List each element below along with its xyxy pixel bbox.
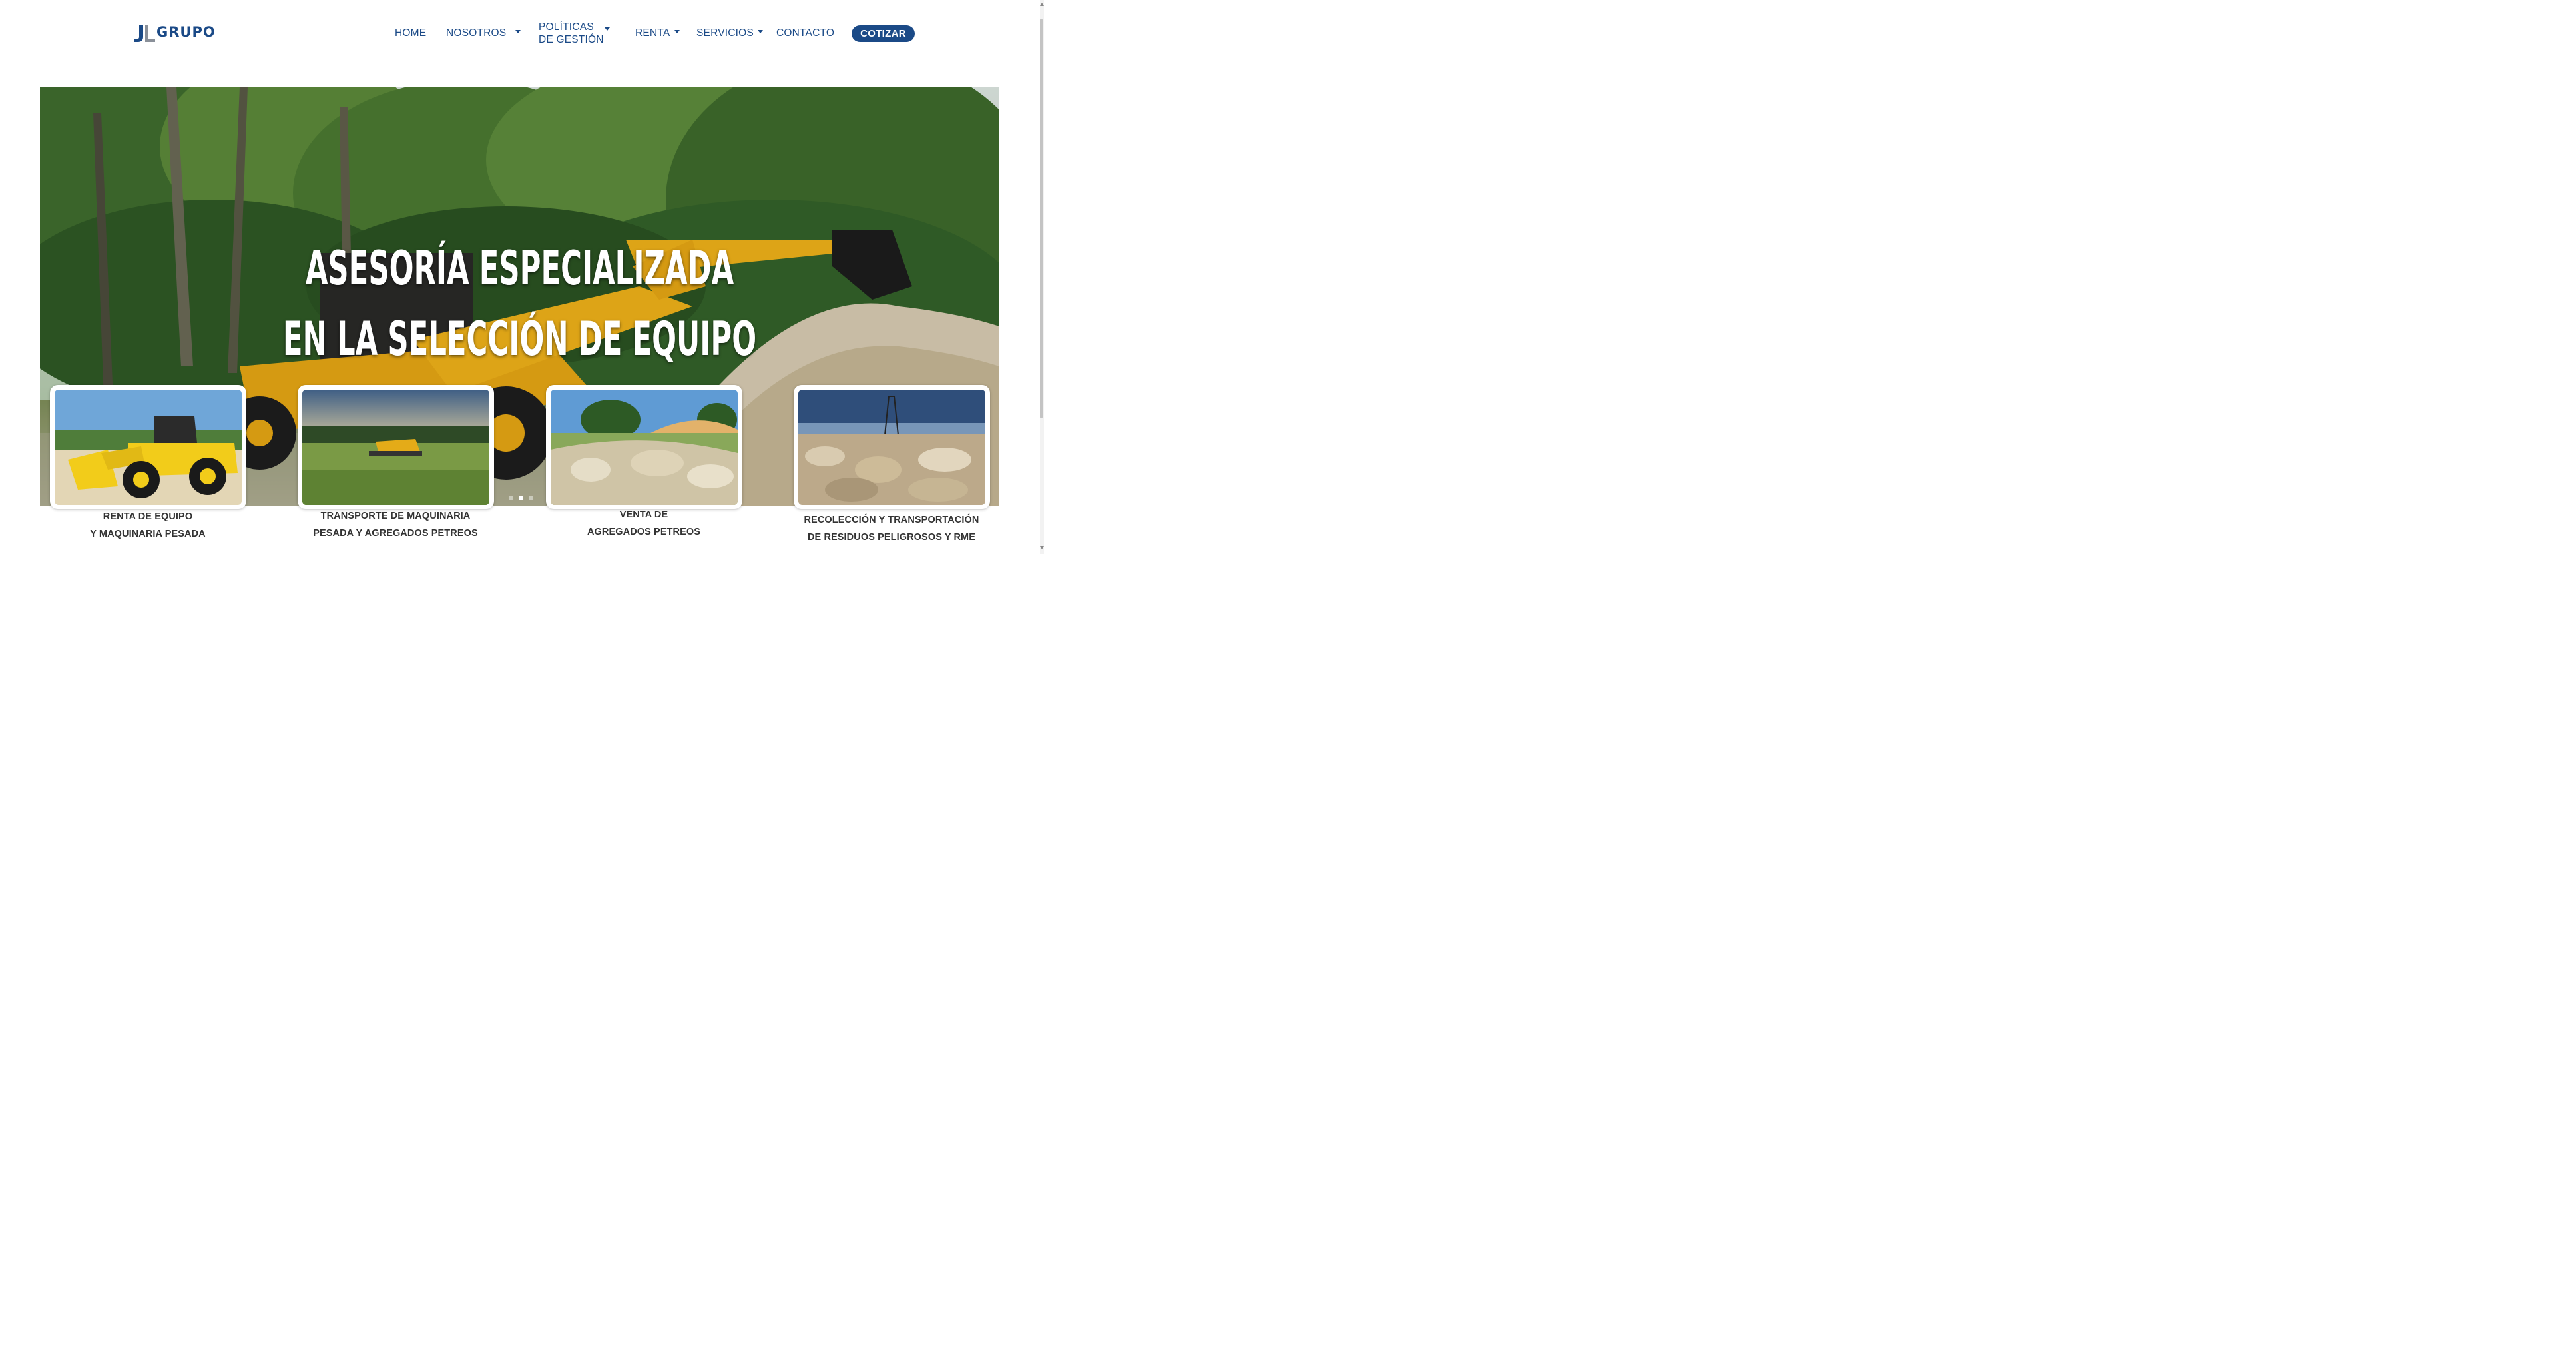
hero-title-line2: EN LA SELECCIÓN DE EQUIPO bbox=[282, 312, 757, 366]
nav-nosotros-label: NOSOTROS bbox=[446, 27, 507, 39]
service-card-venta[interactable] bbox=[546, 385, 742, 509]
service-card-renta[interactable] bbox=[50, 385, 246, 509]
carousel-dot-active[interactable] bbox=[519, 496, 523, 500]
main-navigation: HOME NOSOTROS POLÍTICAS DE GESTIÓN RENTA… bbox=[0, 0, 1044, 67]
page-scrollbar[interactable] bbox=[1040, 0, 1044, 554]
hero-title-line1: ASESORÍA ESPECIALIZADA bbox=[305, 241, 734, 296]
carousel-dot[interactable] bbox=[529, 496, 533, 500]
service-label-line1: RECOLECCIÓN Y TRANSPORTACIÓN bbox=[804, 515, 979, 525]
chevron-down-icon bbox=[758, 30, 764, 34]
nav-home-label: HOME bbox=[395, 27, 427, 39]
service-label-recoleccion[interactable]: RECOLECCIÓN Y TRANSPORTACIÓN DE RESIDUOS… bbox=[782, 512, 1001, 546]
service-label-line2: Y MAQUINARIA PESADA bbox=[90, 529, 206, 539]
chevron-down-icon bbox=[605, 27, 610, 31]
nav-politicas-label-line1: POLÍTICAS bbox=[539, 21, 594, 33]
service-label-line1: RENTA DE EQUIPO bbox=[103, 512, 193, 522]
service-label-line1: VENTA DE bbox=[619, 510, 668, 520]
chevron-down-icon bbox=[674, 30, 680, 34]
nav-renta[interactable]: RENTA bbox=[635, 27, 680, 40]
scroll-up-arrow-icon[interactable] bbox=[1040, 3, 1044, 6]
rock-pile-photo bbox=[551, 390, 738, 505]
service-card-transporte[interactable] bbox=[298, 385, 494, 509]
cotizar-button[interactable]: COTIZAR bbox=[852, 25, 915, 42]
drilling-rig-rocks-photo bbox=[798, 390, 985, 505]
scroll-down-arrow-icon[interactable] bbox=[1040, 546, 1044, 549]
scroll-thumb[interactable] bbox=[1040, 19, 1043, 418]
nav-servicios-label: SERVICIOS bbox=[696, 27, 754, 39]
nav-renta-label: RENTA bbox=[635, 27, 670, 39]
service-label-line2: PESADA Y AGREGADOS PETREOS bbox=[313, 528, 478, 539]
service-label-line1: TRANSPORTE DE MAQUINARIA bbox=[320, 511, 471, 521]
nav-nosotros[interactable]: NOSOTROS bbox=[446, 27, 521, 40]
nav-politicas-de-gestion[interactable]: POLÍTICAS DE GESTIÓN bbox=[539, 21, 610, 46]
service-label-line2: DE RESIDUOS PELIGROSOS Y RME bbox=[807, 532, 976, 543]
field-bulldozer-photo bbox=[302, 390, 489, 505]
nav-home[interactable]: HOME bbox=[395, 27, 426, 40]
wheel-loader-photo bbox=[55, 390, 242, 505]
service-label-transporte[interactable]: TRANSPORTE DE MAQUINARIA PESADA Y AGREGA… bbox=[286, 508, 505, 542]
service-label-renta[interactable]: RENTA DE EQUIPO Y MAQUINARIA PESADA bbox=[38, 508, 258, 543]
carousel-dot[interactable] bbox=[509, 496, 513, 500]
nav-servicios[interactable]: SERVICIOS bbox=[696, 27, 764, 40]
nav-politicas-label-line2: DE GESTIÓN bbox=[539, 34, 604, 45]
service-label-venta[interactable]: VENTA DE AGREGADOS PETREOS bbox=[534, 506, 754, 541]
carousel-indicators bbox=[506, 492, 536, 500]
nav-contacto[interactable]: CONTACTO bbox=[776, 27, 834, 40]
nav-contacto-label: CONTACTO bbox=[776, 27, 835, 39]
chevron-down-icon bbox=[515, 30, 521, 34]
service-card-recoleccion[interactable] bbox=[794, 385, 990, 509]
service-label-line2: AGREGADOS PETREOS bbox=[587, 527, 701, 537]
